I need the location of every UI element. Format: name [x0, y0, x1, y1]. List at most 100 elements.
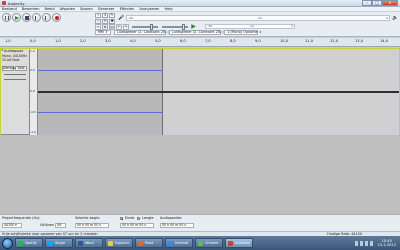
snap-label: Uitlijnen [40, 223, 54, 227]
input-volume-slider[interactable] [162, 23, 188, 30]
solo-button[interactable]: Solo [15, 66, 27, 71]
vruler-tick: -0,5 [30, 110, 36, 114]
track-name-menu[interactable]: Audiospoor [4, 49, 23, 53]
selection-end-field[interactable]: 00 h 00 m 00 s [120, 223, 154, 228]
ruler-tick: 14,0 [380, 39, 389, 43]
taskbar-item-skype[interactable]: Skype [45, 238, 73, 248]
output-volume-slider[interactable] [132, 23, 158, 30]
microphone-icon[interactable]: 🎤 [118, 15, 124, 21]
gain-slider[interactable] [4, 74, 26, 75]
start-button[interactable] [2, 237, 13, 249]
menu-sporen[interactable]: Sporen [80, 7, 93, 11]
track-area[interactable]: ✕ Audiospoor Mono, 44100Hz 32-bit float … [0, 48, 400, 214]
taskbar-item-chrome[interactable]: Chrome [195, 238, 223, 248]
play-button[interactable] [12, 13, 21, 22]
recording-meter-scale[interactable]: -48 -24 0 [126, 14, 390, 21]
stop-button[interactable] [22, 13, 31, 22]
speaker-icon[interactable]: 🔈 [392, 15, 398, 21]
undo-icon[interactable]: ↶ [116, 23, 122, 30]
redo-icon[interactable]: ↷ [123, 23, 129, 30]
menu-genereer[interactable]: Genereer [98, 7, 115, 11]
taskbar-item-audacity[interactable]: Audacity [225, 238, 253, 248]
ruler-tick: 4,0 [130, 39, 136, 43]
tray-icons[interactable] [355, 240, 374, 246]
copy-icon[interactable]: ⧉ [102, 23, 108, 30]
envelope-tool-icon[interactable]: ↕ [102, 13, 108, 18]
menu-help[interactable]: Help [164, 7, 172, 11]
draw-tool-icon[interactable]: ✎ [109, 13, 115, 18]
timeline-ruler[interactable]: 1,0 0,0 1,0 2,0 3,0 4,0 5,0 6,0 7,0 8,0 … [0, 38, 400, 47]
skip-end-button[interactable] [42, 13, 51, 22]
play-at-speed-icon[interactable]: ▶ [190, 23, 197, 30]
pan-slider[interactable] [4, 79, 26, 80]
menu-afspelen[interactable]: Afspelen [60, 7, 75, 11]
taskbar-item-spotify[interactable]: Spotify [15, 238, 43, 248]
waveform-view[interactable] [38, 48, 400, 135]
ruler-tick: 2,0 [80, 39, 86, 43]
taskbar-item-paint[interactable]: Paint [135, 238, 163, 248]
cut-icon[interactable]: ✂ [95, 23, 101, 30]
close-button[interactable]: ✕ [382, 0, 398, 6]
project-rate-select[interactable]: 44100 ▾ [2, 223, 22, 228]
ruler-tick: 1,0 [5, 39, 11, 43]
record-button[interactable] [52, 13, 61, 22]
mixer-row: ✂ ⧉ ▤ ↶ ↷ ▶ -48 -24 0 [95, 23, 295, 30]
ruler-tick: 3,0 [105, 39, 111, 43]
menu-effecten[interactable]: Effecten [120, 7, 135, 11]
snap-select[interactable]: Uit [55, 223, 66, 228]
channels-select[interactable]: 1 (Mono) Opname ▾ [224, 30, 261, 35]
mute-button[interactable]: Dempen [2, 66, 17, 71]
menu-bestand[interactable]: Bestand [2, 7, 17, 11]
skype-icon [48, 240, 53, 246]
window-title: Audacity [8, 0, 25, 6]
vruler-tick: 0,5 [30, 68, 35, 72]
taskbar-item-explorer[interactable]: Explorer [105, 238, 133, 248]
menu-beeld[interactable]: Beeld [44, 7, 54, 11]
ruler-tick: 11,0 [305, 39, 314, 43]
ruler-tick: 13,0 [355, 39, 364, 43]
selection-start-label: Selectie begin: [75, 216, 101, 220]
ruler-tick: 6,0 [180, 39, 186, 43]
paste-icon[interactable]: ▤ [109, 23, 115, 30]
project-rate-label: Projectfrequentie (Hz): [2, 216, 41, 220]
audio-position-field[interactable]: 00 h 00 m 00 s [160, 223, 194, 228]
window-controls: – □ ✕ [362, 0, 398, 6]
audio-host-select[interactable]: MM ▾ [95, 30, 111, 35]
selection-toolbar: Projectfrequentie (Hz): 44100 ▾ Uitlijne… [0, 214, 400, 231]
maximize-button[interactable]: □ [372, 0, 382, 6]
length-radio[interactable] [137, 217, 140, 220]
playback-meter-scale[interactable]: -48 -24 0 [205, 24, 295, 29]
clock[interactable]: 10:45 23-1-2012 [377, 239, 396, 247]
playback-device-select[interactable]: Luidspreker (2- Conexant 20) (m)▾ [114, 30, 177, 35]
stop-icon [25, 16, 29, 20]
audio-position-label: Audiopositie: [160, 216, 183, 220]
vruler-tick: 1,0 [30, 49, 35, 53]
toolbar: I ↕ ✎ ⌕ ↔ ✱ 🎤 -48 -24 0 🔈 ✂ ⧉ ▤ ↶ ↷ ▶ -4… [0, 12, 400, 37]
meter-tick: -24 [257, 15, 262, 20]
taskbar-item-word[interactable]: Word [75, 238, 103, 248]
menu-bewerken[interactable]: Bewerken [22, 7, 40, 11]
pause-button[interactable] [2, 13, 11, 22]
word-icon [78, 240, 83, 246]
ruler-tick: 8,0 [230, 39, 236, 43]
device-toolbar: MM▾ Luidspreker (2- Conexant 20) (m)▾ Lu… [95, 30, 261, 35]
end-radio[interactable] [120, 217, 123, 220]
waveform-lower-guide [38, 112, 163, 113]
slider-knob[interactable] [150, 23, 153, 30]
slider-knob[interactable] [182, 23, 185, 30]
selection-start-field[interactable]: 00 h 00 m 00 s [75, 223, 109, 228]
recording-device-select[interactable]: Luidspreker (2- Conexant 20) (m)▾ [169, 30, 232, 35]
chevron-down-icon: ▾ [105, 30, 108, 34]
meter-tick: -48 [207, 24, 212, 28]
meter-tick: -48 [128, 15, 133, 20]
waveform-flatline [38, 91, 400, 93]
taskbar-item-internet[interactable]: Internet [165, 238, 193, 248]
skip-start-button[interactable] [32, 13, 41, 22]
recording-meter: 🎤 -48 -24 0 🔈 [118, 13, 398, 22]
skip-start-icon [35, 16, 39, 20]
ruler-tick: 5,0 [155, 39, 161, 43]
selection-tool-icon[interactable]: I [95, 13, 101, 18]
minimize-button[interactable]: – [362, 0, 372, 6]
track-control-panel[interactable]: ✕ Audiospoor Mono, 44100Hz 32-bit float … [0, 48, 30, 135]
menu-analyseren[interactable]: Analyseren [139, 7, 159, 11]
